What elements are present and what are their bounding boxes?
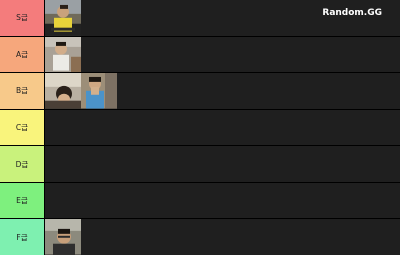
tier-label-c: C급 (0, 109, 44, 146)
photo-boy-blue-shirt (81, 73, 117, 109)
tier-item-image[interactable] (81, 73, 117, 109)
photo-boy-glasses (45, 219, 81, 255)
tier-row-c: C급 (0, 109, 400, 146)
tier-label-f: F급 (0, 219, 44, 255)
tier-items-f[interactable] (45, 219, 400, 255)
brand-logo: Random.GG (322, 8, 382, 18)
tier-items-d[interactable] (45, 146, 400, 182)
tier-row-f: F급 (0, 219, 400, 255)
tier-row-e: E급 (0, 182, 400, 219)
photo-boys-classroom (45, 73, 81, 109)
photo-boy-white-shirt (45, 36, 81, 73)
tier-item-image[interactable] (45, 36, 81, 73)
tier-items-b[interactable] (45, 73, 400, 109)
photo-boy-yellow-shirt (45, 0, 81, 36)
tier-label-d: D급 (0, 146, 44, 182)
tier-row-a: A급 (0, 36, 400, 73)
tier-row-d: D급 (0, 146, 400, 182)
tier-item-image[interactable] (45, 73, 81, 109)
tier-items-e[interactable] (45, 182, 400, 219)
tier-item-image[interactable] (45, 0, 81, 36)
tier-label-s: S급 (0, 0, 44, 36)
tier-label-e: E급 (0, 182, 44, 219)
tier-row-b: B급 (0, 73, 400, 109)
tier-items-a[interactable] (45, 36, 400, 73)
tier-label-b: B급 (0, 73, 44, 109)
tier-items-c[interactable] (45, 109, 400, 146)
tier-rows: S급 A급 B급 C급 D급 E급 F급 (0, 0, 400, 255)
tier-list-board: S급 A급 B급 C급 D급 E급 F급 Random.GG (0, 0, 400, 255)
tier-item-image[interactable] (45, 219, 81, 255)
tier-label-a: A급 (0, 36, 44, 73)
